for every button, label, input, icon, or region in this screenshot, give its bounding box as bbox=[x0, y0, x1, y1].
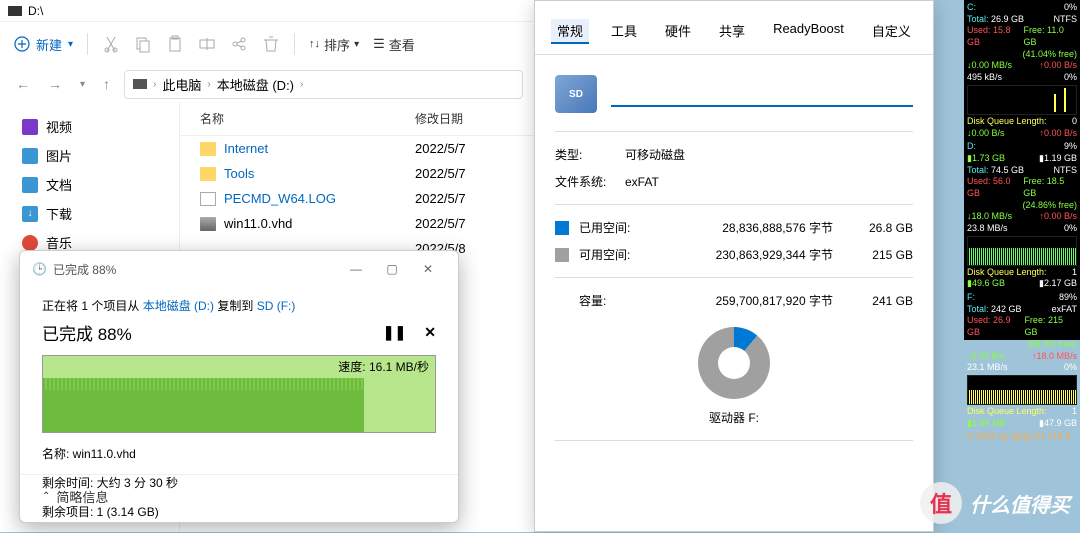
tab-readyboost[interactable]: ReadyBoost bbox=[767, 19, 850, 44]
breadcrumb[interactable]: › 此电脑 › 本地磁盘 (D:) › bbox=[124, 70, 523, 99]
nav-row: ← → ▾ ↑ › 此电脑 › 本地磁盘 (D:) › bbox=[0, 66, 535, 102]
sort-button[interactable]: ↑↓ 排序 ▾ bbox=[309, 35, 359, 54]
copy-description: 正在将 1 个项目从 本地磁盘 (D:) 复制到 SD (F:) bbox=[42, 297, 436, 314]
mon-graph-c bbox=[967, 85, 1077, 115]
used-color-icon bbox=[555, 221, 569, 235]
downloads-icon: ↓ bbox=[22, 206, 38, 222]
share-icon[interactable] bbox=[230, 35, 248, 53]
used-gb: 26.8 GB bbox=[853, 221, 913, 235]
pictures-icon bbox=[22, 148, 38, 164]
properties-window: 常规 工具 硬件 共享 ReadyBoost 自定义 SD 类型:可移动磁盘 文… bbox=[534, 0, 934, 532]
view-button[interactable]: ☰ 查看 bbox=[373, 35, 415, 54]
tab-customize[interactable]: 自定义 bbox=[866, 19, 917, 44]
tab-sharing[interactable]: 共享 bbox=[713, 19, 751, 44]
window-title: D:\ bbox=[28, 4, 43, 18]
type-value: 可移动磁盘 bbox=[625, 146, 685, 163]
file-row[interactable]: Tools2022/5/7 bbox=[180, 161, 535, 186]
forward-button[interactable]: → bbox=[44, 74, 66, 94]
drive-icon bbox=[8, 6, 22, 16]
tab-hardware[interactable]: 硬件 bbox=[659, 19, 697, 44]
simple-info-toggle[interactable]: ⌃ 简略信息 bbox=[20, 474, 458, 518]
capacity-bytes: 259,700,817,920 字节 bbox=[659, 292, 853, 309]
maximize-button[interactable]: ▢ bbox=[374, 257, 410, 281]
copy-progress-dialog: 🕒 已完成 88% — ▢ ✕ 正在将 1 个项目从 本地磁盘 (D:) 复制到… bbox=[19, 250, 459, 523]
drive-label: 驱动器 F: bbox=[555, 409, 913, 426]
explorer-title-bar: D:\ bbox=[0, 0, 535, 22]
free-bytes: 230,863,929,344 字节 bbox=[659, 246, 853, 263]
close-button[interactable]: ✕ bbox=[410, 257, 446, 281]
sidebar-item-pictures[interactable]: 图片 bbox=[0, 141, 179, 170]
monitor-footer: © 2021 by Igogo #1 v16.9 bbox=[967, 431, 1070, 443]
disk-monitor-panel: C:0% Total: 26.9 GBNTFS Used: 15.8 GBFre… bbox=[964, 0, 1080, 340]
sd-card-icon: SD bbox=[555, 75, 597, 113]
up-button[interactable]: ↑ bbox=[99, 74, 114, 94]
crumb-this-pc[interactable]: 此电脑 bbox=[162, 75, 201, 94]
music-icon bbox=[22, 235, 38, 251]
list-header[interactable]: 名称 修改日期 bbox=[180, 102, 535, 136]
cancel-button[interactable]: ✕ bbox=[424, 324, 436, 341]
disk-file-icon bbox=[200, 217, 216, 231]
mon-graph-f bbox=[967, 375, 1077, 405]
videos-icon bbox=[22, 119, 38, 135]
text-file-icon bbox=[200, 192, 216, 206]
sidebar-item-documents[interactable]: 文档 bbox=[0, 170, 179, 199]
capacity-gb: 241 GB bbox=[853, 294, 913, 308]
clock-icon: 🕒 bbox=[32, 262, 47, 276]
crumb-drive[interactable]: 本地磁盘 (D:) bbox=[217, 75, 294, 94]
free-gb: 215 GB bbox=[853, 248, 913, 262]
minimize-button[interactable]: — bbox=[338, 257, 374, 281]
sidebar-item-videos[interactable]: 视频 bbox=[0, 112, 179, 141]
volume-label-input[interactable] bbox=[611, 81, 913, 107]
file-row[interactable]: Internet2022/5/7 bbox=[180, 136, 535, 161]
folder-icon bbox=[200, 142, 216, 156]
cut-icon[interactable] bbox=[102, 35, 120, 53]
copy-filename: 名称: win11.0.vhd bbox=[42, 445, 436, 462]
progress-text: 已完成 88% bbox=[42, 320, 132, 345]
tab-tools[interactable]: 工具 bbox=[605, 19, 643, 44]
watermark-logo-icon: 值 bbox=[920, 482, 962, 524]
tab-general[interactable]: 常规 bbox=[551, 19, 589, 44]
drive-icon bbox=[133, 79, 147, 89]
tabs: 常规 工具 硬件 共享 ReadyBoost 自定义 bbox=[535, 9, 933, 55]
copy-icon[interactable] bbox=[134, 35, 152, 53]
mon-graph-d bbox=[967, 236, 1077, 266]
explorer-toolbar: 新建 ▾ ↑↓ 排序 ▾ ☰ 查看 bbox=[0, 22, 535, 66]
usage-donut-chart bbox=[698, 327, 770, 399]
back-button[interactable]: ← bbox=[12, 74, 34, 94]
file-row[interactable]: PECMD_W64.LOG2022/5/7 bbox=[180, 186, 535, 211]
new-button[interactable]: 新建 ▾ bbox=[14, 35, 73, 54]
speed-chart: 速度: 16.1 MB/秒 bbox=[42, 355, 436, 433]
sidebar-item-downloads[interactable]: ↓下载 bbox=[0, 199, 179, 228]
paste-icon[interactable] bbox=[166, 35, 184, 53]
fs-value: exFAT bbox=[625, 175, 659, 189]
dialog-title: 已完成 88% bbox=[53, 261, 116, 278]
file-row[interactable]: win11.0.vhd2022/5/7 bbox=[180, 211, 535, 236]
plus-circle-icon bbox=[14, 36, 30, 52]
history-dropdown[interactable]: ▾ bbox=[76, 77, 89, 92]
watermark: 值 什么值得买 bbox=[920, 482, 1070, 524]
free-color-icon bbox=[555, 248, 569, 262]
rename-icon[interactable] bbox=[198, 35, 216, 53]
used-bytes: 28,836,888,576 字节 bbox=[659, 219, 853, 236]
folder-icon bbox=[200, 167, 216, 181]
delete-icon[interactable] bbox=[262, 35, 280, 53]
pause-button[interactable]: ❚❚ bbox=[383, 324, 406, 341]
documents-icon bbox=[22, 177, 38, 193]
